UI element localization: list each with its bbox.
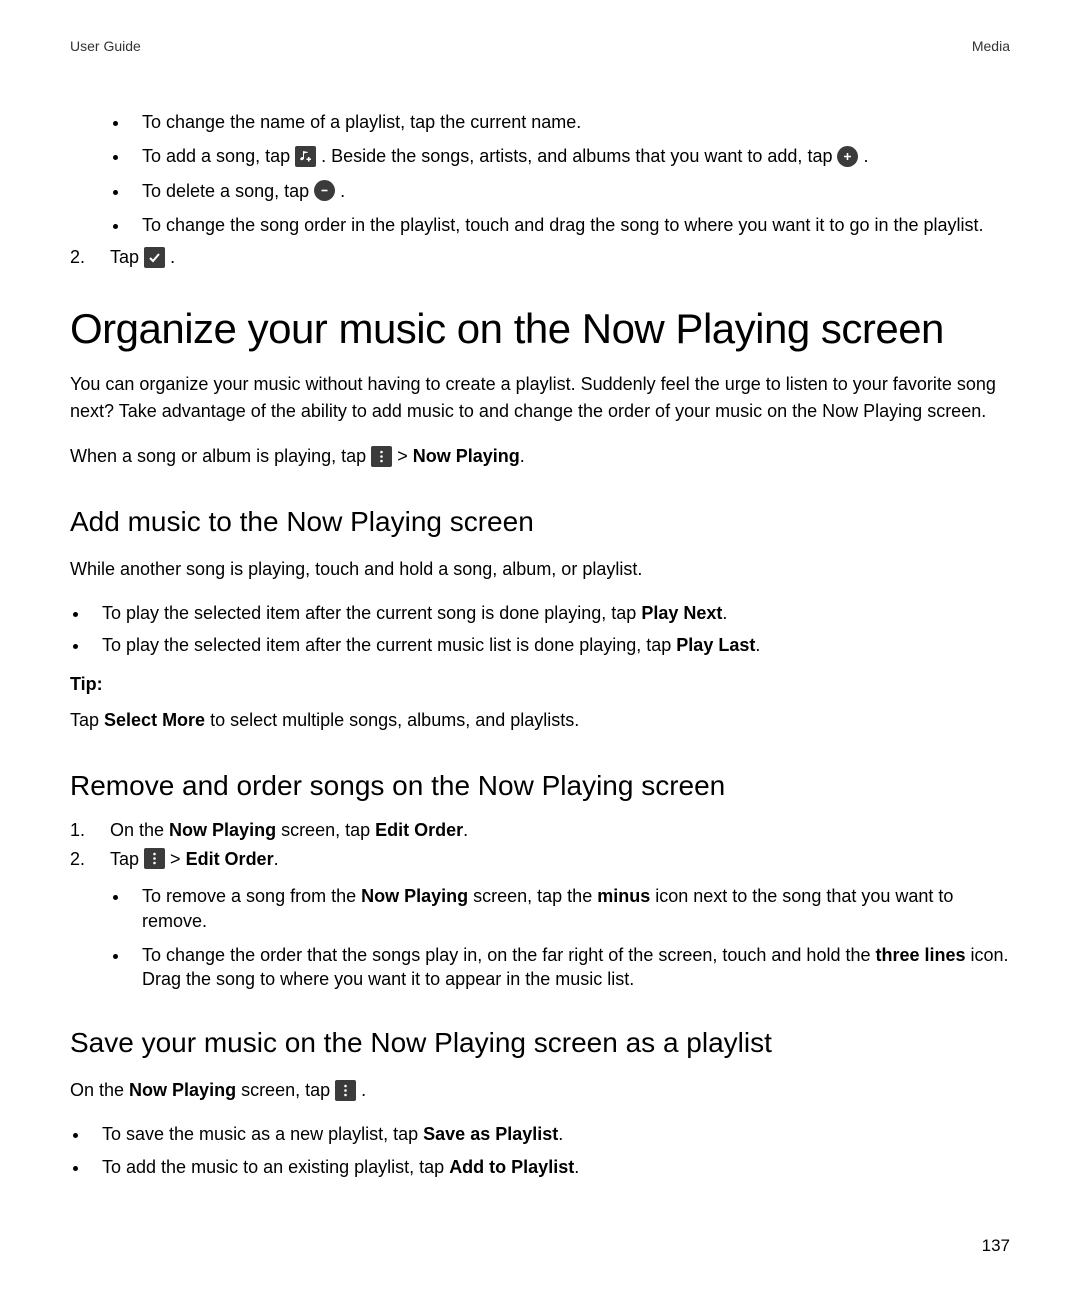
heading-save-playlist: Save your music on the Now Playing scree…	[70, 1027, 1010, 1059]
bullet-save-as-playlist: To save the music as a new playlist, tap…	[90, 1122, 1010, 1146]
save-playlist-list: To save the music as a new playlist, tap…	[70, 1122, 1010, 1179]
header-right: Media	[972, 38, 1010, 54]
page-header: User Guide Media	[70, 38, 1010, 54]
header-left: User Guide	[70, 38, 141, 54]
remove-step-2: 2. Tap > Edit Order.	[70, 849, 1010, 871]
tip-label: Tip:	[70, 674, 1010, 695]
page-number: 137	[982, 1236, 1010, 1256]
bullet-add-to-playlist: To add the music to an existing playlist…	[90, 1155, 1010, 1179]
bullet-change-name: To change the name of a playlist, tap th…	[130, 110, 1010, 134]
bullet-reorder-songs: To change the order that the songs play …	[130, 943, 1010, 992]
when-playing-line: When a song or album is playing, tap > N…	[70, 443, 1010, 470]
remove-step-1: 1. On the Now Playing screen, tap Edit O…	[70, 820, 1010, 841]
bullet-play-next: To play the selected item after the curr…	[90, 601, 1010, 625]
more-vertical-icon	[335, 1080, 356, 1101]
minus-circle-icon	[314, 180, 335, 201]
playlist-edit-sublist: To change the name of a playlist, tap th…	[70, 110, 1010, 237]
heading-remove-order: Remove and order songs on the Now Playin…	[70, 770, 1010, 802]
more-vertical-icon	[144, 848, 165, 869]
tip-body: Tap Select More to select multiple songs…	[70, 707, 1010, 734]
bullet-add-song: To add a song, tap . Beside the songs, a…	[130, 144, 1010, 168]
plus-circle-icon	[837, 146, 858, 167]
checkmark-icon	[144, 247, 165, 268]
heading-organize: Organize your music on the Now Playing s…	[70, 305, 1010, 353]
bullet-remove-song: To remove a song from the Now Playing sc…	[130, 884, 1010, 933]
music-add-icon	[295, 146, 316, 167]
heading-add-music: Add music to the Now Playing screen	[70, 506, 1010, 538]
more-vertical-icon	[371, 446, 392, 467]
intro-paragraph: You can organize your music without havi…	[70, 371, 1010, 425]
add-intro: While another song is playing, touch and…	[70, 556, 1010, 583]
bullet-play-last: To play the selected item after the curr…	[90, 633, 1010, 657]
bullet-delete-song: To delete a song, tap .	[130, 179, 1010, 203]
bullet-reorder-song: To change the song order in the playlist…	[130, 213, 1010, 237]
save-intro: On the Now Playing screen, tap .	[70, 1077, 1010, 1104]
remove-order-sublist: To remove a song from the Now Playing sc…	[70, 884, 1010, 991]
step-2-confirm: 2. Tap .	[70, 247, 1010, 269]
add-music-list: To play the selected item after the curr…	[70, 601, 1010, 658]
